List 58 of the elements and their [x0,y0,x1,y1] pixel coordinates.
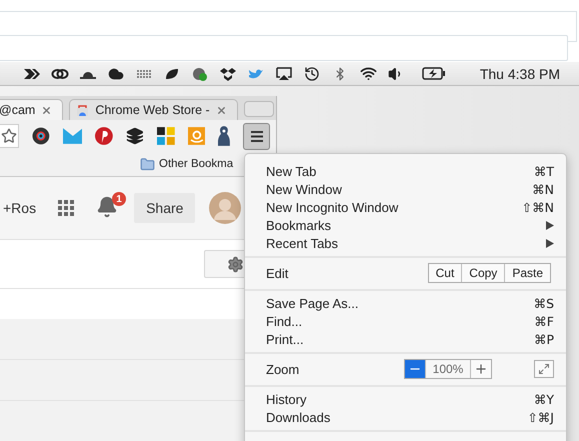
cloud-icon [108,66,124,82]
store-icon [76,104,90,116]
notification-badge: 1 [112,192,126,206]
text-field[interactable] [0,35,568,61]
zoom-value: 100% [425,360,471,378]
menu-bar-clock: Thu 4:38 PM [480,66,560,82]
close-icon [41,104,52,116]
box-icon [219,66,237,80]
fullscreen-button[interactable] [534,360,554,378]
menu-icon [250,130,263,142]
rings-icon [51,66,69,80]
bell-icon [96,196,118,218]
menu-label: Edit [266,266,290,280]
tiles-icon [156,127,175,145]
menu-item[interactable]: Downloads ⇧⌘J [245,408,566,426]
menu-item[interactable]: New Tab ⌘T [245,162,566,180]
expand-icon [538,363,550,375]
layers-icon [126,127,144,145]
battery-icon [422,67,446,80]
menu-item[interactable]: Print... ⌘P [245,330,566,348]
airplay-icon [275,66,293,80]
tab-title: Chrome Web Store - [95,103,210,117]
edit-button[interactable]: Paste [504,264,550,282]
user-link[interactable]: +Ros [3,200,36,216]
menu-item[interactable]: History ⌘Y [245,390,566,408]
wifi-icon [360,65,376,82]
edit-button[interactable]: Copy [461,264,504,282]
envelope-icon [62,128,82,144]
doll-icon [218,126,230,146]
bird-icon [247,66,265,80]
bookmark-star-button[interactable] [0,124,19,148]
zoom-in-button[interactable] [471,360,491,378]
gear-icon [226,256,244,272]
history-icon [304,66,320,82]
menu-item[interactable]: New Incognito Window ⇧⌘N [245,198,566,216]
menu-button[interactable] [243,122,270,150]
menu-item[interactable]: Find... ⌘F [245,312,566,330]
folder-icon [140,156,155,172]
apps-grid-icon[interactable] [58,200,74,216]
menu-item[interactable]: Save Page As... ⌘S [245,294,566,312]
plus-icon [474,362,488,376]
avatar [209,192,242,224]
menu-label: Zoom [266,362,300,376]
browser-tab[interactable]: @cam [0,99,64,120]
zoom-out-button[interactable] [405,360,425,378]
tab-title: @cam [0,103,36,117]
menu-item[interactable]: Bookmarks [245,216,566,234]
share-button[interactable]: Share [134,193,196,223]
menu-item[interactable]: New Window ⌘N [245,180,566,198]
browser-tab[interactable]: Chrome Web Store - [69,99,238,120]
leaf-icon [163,66,181,80]
menu-item[interactable]: Recent Tabs [245,234,566,252]
lens-icon [32,127,50,145]
chevrons-icon [23,66,41,80]
pin-icon [95,127,114,145]
edit-button[interactable]: Cut [428,264,462,282]
close-icon [216,104,227,116]
bookmark-label: Other Bookma [159,158,234,170]
